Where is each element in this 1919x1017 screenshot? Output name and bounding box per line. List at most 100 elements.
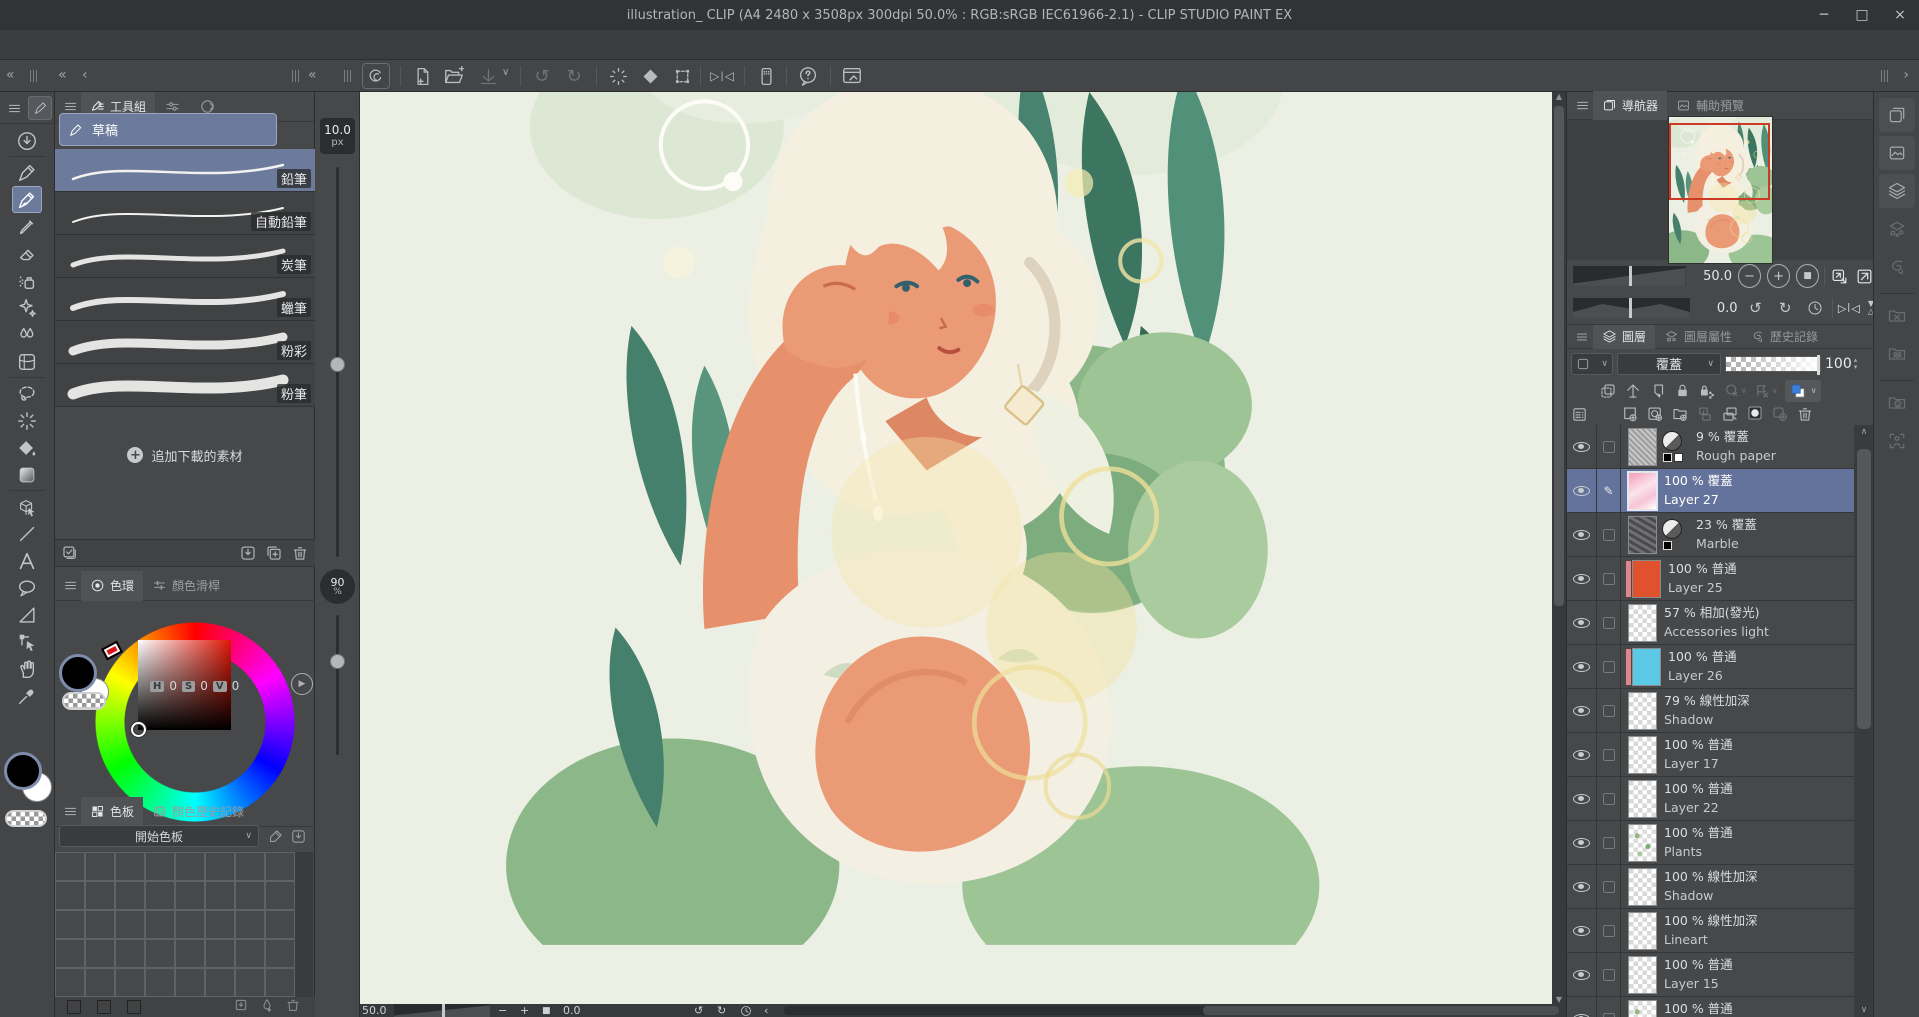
layer-check-cell[interactable]: ✎ <box>1597 953 1621 997</box>
zoom-reset-button[interactable]: ■ <box>542 1004 551 1017</box>
layer-thumbnail[interactable] <box>1629 869 1656 905</box>
tab-color-history[interactable]: 顏色歷史記錄 <box>143 797 253 827</box>
tab-layer-property[interactable]: 圖層屬性 <box>1655 325 1741 349</box>
layer-name[interactable]: Shadow <box>1664 711 1750 729</box>
reset-rotation-button[interactable] <box>1803 296 1827 320</box>
tool-menu-icon[interactable] <box>2 96 26 120</box>
layer-checkbox[interactable] <box>1603 573 1615 585</box>
color-swatch[interactable] <box>115 968 145 997</box>
ruler-snap-icon[interactable] <box>1624 382 1642 400</box>
canvas-horizontal-scrollbar-thumb[interactable] <box>1203 1006 1560 1015</box>
panel-menu-icon[interactable] <box>1571 326 1593 348</box>
color-swatch[interactable] <box>85 852 115 881</box>
subtool-group-draft[interactable]: 草稿 <box>59 113 277 146</box>
layer-checkbox[interactable] <box>1603 705 1615 717</box>
layer-visibility-toggle[interactable] <box>1567 601 1597 645</box>
brush-density-indicator[interactable]: 90 % <box>320 569 355 604</box>
flip-horizontal-button[interactable]: ▷|◁ <box>708 63 736 89</box>
panel-grip[interactable] <box>292 70 300 82</box>
dock-sub-view-icon[interactable] <box>1879 136 1915 170</box>
layer-check-cell[interactable]: ✎ <box>1597 557 1621 601</box>
transform-button[interactable] <box>668 63 696 89</box>
fill-button[interactable] <box>636 63 664 89</box>
layer-thumbnail[interactable] <box>1629 781 1656 817</box>
canvas-artwork[interactable] <box>360 92 1552 1004</box>
dock-layer-property-icon[interactable] <box>1879 212 1915 246</box>
clip-to-layer-below-icon[interactable] <box>1599 382 1617 400</box>
delete-color-icon[interactable] <box>285 997 301 1013</box>
color-swatch[interactable] <box>235 910 265 939</box>
tab-sub-view[interactable]: 輔助預覽 <box>1667 91 1753 121</box>
add-color-icon[interactable] <box>259 997 275 1013</box>
color-swatch[interactable] <box>265 852 295 881</box>
color-swatch[interactable] <box>67 1000 81 1014</box>
subtool-item[interactable]: 自動鉛筆 <box>55 192 315 235</box>
color-swatch[interactable] <box>115 910 145 939</box>
layer-mask-badge[interactable] <box>1662 429 1688 465</box>
layer-check-cell[interactable]: ✎ <box>1597 513 1621 557</box>
eyedropper-tool[interactable] <box>12 682 42 709</box>
draft-layer-icon[interactable] <box>1649 382 1667 400</box>
layer-checkbox[interactable] <box>1603 749 1615 761</box>
color-swatch[interactable] <box>265 881 295 910</box>
delete-subtool-icon[interactable] <box>291 544 309 562</box>
layer-visibility-toggle[interactable] <box>1567 425 1597 469</box>
transfer-to-lower-layer-icon[interactable] <box>1696 405 1714 423</box>
close-button[interactable]: × <box>1885 3 1915 27</box>
layer-row[interactable]: ✎ 100 % 普通 Layer 15 <box>1567 953 1854 997</box>
duplicate-subtool-icon[interactable] <box>265 544 283 562</box>
blend-mode-dropdown[interactable]: 覆蓋 ∨ <box>1617 353 1721 375</box>
layer-visibility-toggle[interactable] <box>1567 909 1597 953</box>
subtool-item[interactable]: 鉛筆 <box>55 149 315 192</box>
menu-item[interactable] <box>38 30 66 60</box>
rotate-cw-button[interactable]: ↻ <box>717 1004 726 1017</box>
layer-list-view-icon[interactable] <box>1571 406 1588 423</box>
layer-name[interactable]: Layer 26 <box>1668 667 1737 685</box>
companion-device-button[interactable] <box>752 63 780 89</box>
color-swatch[interactable] <box>205 968 235 997</box>
register-color-icon[interactable] <box>233 997 249 1013</box>
layer-visibility-toggle[interactable] <box>1567 645 1597 689</box>
layer-row[interactable]: ✎ 100 % 覆蓋 Layer 27 <box>1567 469 1854 513</box>
dock-history-icon[interactable] <box>1879 250 1915 284</box>
canvas-zoom-slider[interactable] <box>394 1004 490 1017</box>
new-folder-icon[interactable] <box>1671 405 1689 423</box>
layer-thumbnail[interactable] <box>1629 957 1656 993</box>
layer-opacity-slider[interactable] <box>1725 356 1821 372</box>
layer-checkbox[interactable] <box>1603 925 1615 937</box>
color-swatch[interactable] <box>55 852 85 881</box>
brush-density-slider-handle[interactable] <box>330 654 345 669</box>
navigator-view-rect[interactable] <box>1669 123 1770 200</box>
fit-to-screen-button[interactable] <box>1830 267 1849 286</box>
create-selection-icon[interactable]: ∨ <box>1723 382 1747 400</box>
help-button[interactable] <box>794 63 822 89</box>
add-downloaded-material[interactable]: + 追加下載的素材 <box>55 442 315 468</box>
color-swatch[interactable] <box>85 910 115 939</box>
layer-row[interactable]: ✎ 100 % 普通 Layer 26 <box>1567 645 1854 689</box>
panel-grip[interactable] <box>1881 70 1889 82</box>
color-swatch[interactable] <box>175 881 205 910</box>
rotate-cw-button[interactable]: ↻ <box>1773 296 1797 320</box>
color-swatch[interactable] <box>265 910 295 939</box>
layer-thumbnail[interactable] <box>1629 473 1656 509</box>
subtool-item[interactable]: 粉筆 <box>55 364 315 407</box>
color-set-scrollbar[interactable]: ∨ <box>295 852 313 1017</box>
layer-visibility-toggle[interactable] <box>1567 953 1597 997</box>
color-swatch[interactable] <box>85 881 115 910</box>
scroll-down-icon[interactable]: ∨ <box>1861 1005 1868 1015</box>
layer-name[interactable]: Shadow <box>1664 887 1758 905</box>
layer-name[interactable]: Marble <box>1696 535 1757 553</box>
layer-check-cell[interactable]: ✎ <box>1597 601 1621 645</box>
canvas-horizontal-scrollbar[interactable] <box>784 1006 1559 1015</box>
layer-row[interactable]: ✎ 100 % 普通 Plants <box>1567 821 1854 865</box>
layer-check-cell[interactable]: ✎ <box>1597 425 1621 469</box>
rotate-ccw-button[interactable]: ↺ <box>1744 296 1768 320</box>
scroll-down-icon[interactable]: ▼ <box>1556 995 1562 1004</box>
nav-zoom-100-button[interactable]: ■ <box>1796 264 1819 288</box>
color-swatch[interactable] <box>85 939 115 968</box>
dock-navigator-icon[interactable] <box>1879 98 1915 132</box>
sv-cursor[interactable] <box>131 722 146 737</box>
menu-item[interactable] <box>94 30 122 60</box>
layer-thumbnail[interactable] <box>1629 737 1656 773</box>
menu-item[interactable] <box>122 30 150 60</box>
